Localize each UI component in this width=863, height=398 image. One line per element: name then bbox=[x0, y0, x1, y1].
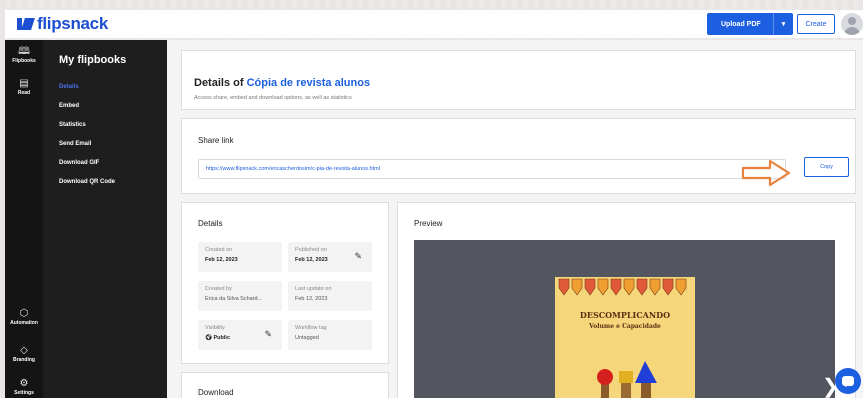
rail-item-label: Automation bbox=[10, 320, 38, 326]
visibility-value: 🌍︎ Public bbox=[205, 335, 230, 341]
last-update-value: Feb 12, 2023 bbox=[295, 296, 328, 302]
main-content: Details of Cópia de revista alunos Acces… bbox=[167, 40, 863, 398]
visibility-label: Visibility bbox=[205, 325, 225, 331]
rail-item-flipbooks[interactable]: 🕮 Flipbooks bbox=[5, 46, 43, 64]
page-subtitle: Access share, embed and download options… bbox=[194, 95, 352, 101]
created-on-value: Feb 12, 2023 bbox=[205, 257, 238, 263]
book-icon: 🕮 bbox=[18, 46, 30, 57]
gear-icon: ⚙ bbox=[19, 378, 29, 389]
globe-icon: 🌍︎ bbox=[205, 335, 212, 341]
reader-icon: ▤ bbox=[19, 78, 29, 89]
cover-subtitle: Volume e Capacidade bbox=[589, 323, 661, 330]
diamond-icon: ◇ bbox=[20, 345, 28, 356]
avatar-head bbox=[848, 17, 856, 25]
last-update-label: Last update on bbox=[295, 286, 332, 292]
details-heading: Details bbox=[198, 219, 223, 228]
share-link-heading: Share link bbox=[198, 136, 234, 145]
details-header-card: Details of Cópia de revista alunos Acces… bbox=[181, 50, 856, 110]
chat-bubble-icon bbox=[842, 376, 854, 387]
copy-button[interactable]: Copy bbox=[804, 157, 849, 177]
rail-item-label: Read bbox=[17, 90, 31, 96]
created-by-tile: Created by Erica da Silva Schard... bbox=[198, 281, 282, 311]
created-on-tile: Created on Feb 12, 2023 bbox=[198, 242, 282, 272]
icon-rail: 🕮 Flipbooks ▤ Read ⬡ Automation ◇ Brandi… bbox=[5, 40, 43, 398]
chevron-down-icon[interactable]: ▾ bbox=[774, 20, 793, 28]
flipsnack-logo[interactable]: flipsnack bbox=[17, 14, 108, 34]
avatar[interactable] bbox=[841, 13, 863, 35]
visibility-text: Public bbox=[213, 335, 231, 341]
rail-item-automation[interactable]: ⬡ Automation bbox=[5, 308, 43, 326]
upload-pdf-button[interactable]: Upload PDF ▾ bbox=[707, 13, 793, 35]
published-on-tile: Published on Feb 12, 2023 ✎ bbox=[288, 242, 372, 272]
top-bar: flipsnack Upload PDF ▾ Create bbox=[5, 10, 863, 38]
flipbook-subnav: My flipbooks Details Embed Statistics Se… bbox=[43, 40, 167, 398]
upload-pdf-label: Upload PDF bbox=[721, 20, 761, 28]
page-title: Details of Cópia de revista alunos bbox=[194, 77, 370, 89]
rail-item-label: Flipbooks bbox=[12, 58, 36, 64]
workflow-label: Workflow tag bbox=[295, 325, 327, 331]
rail-item-label: Branding bbox=[13, 357, 35, 363]
pencils-decoration bbox=[558, 278, 687, 296]
orange-arrow-icon bbox=[741, 159, 791, 187]
subnav-item-download-qr-code[interactable]: Download QR Code bbox=[59, 179, 115, 185]
share-link-card: Share link https://www.flipsnack.com/eri… bbox=[181, 118, 856, 194]
created-by-label: Created by bbox=[205, 286, 232, 292]
download-heading: Download bbox=[198, 388, 234, 397]
subnav-item-embed[interactable]: Embed bbox=[59, 103, 79, 109]
subnav-item-send-email[interactable]: Send Email bbox=[59, 141, 91, 147]
rail-item-branding[interactable]: ◇ Branding bbox=[5, 345, 43, 363]
chat-support-button[interactable] bbox=[835, 368, 861, 394]
preview-heading: Preview bbox=[414, 219, 443, 228]
details-card: Details Created on Feb 12, 2023 Publishe… bbox=[181, 202, 389, 364]
subnav-item-details[interactable]: Details bbox=[59, 84, 79, 90]
subnav-item-download-gif[interactable]: Download GIF bbox=[59, 160, 99, 166]
download-card: Download bbox=[181, 372, 389, 398]
logo-text: flipsnack bbox=[37, 14, 108, 33]
title-prefix: Details of bbox=[194, 77, 247, 89]
preview-stage[interactable]: DESCOMPLICANDO Volume e Capacidade ❯ bbox=[414, 240, 839, 398]
preview-card: Preview DESCOMPLICANDO Volume e Capacida… bbox=[397, 202, 856, 398]
workflow-tag-tile: Workflow tag Untagged bbox=[288, 320, 372, 350]
create-button[interactable]: Create bbox=[797, 14, 835, 34]
geometric-shapes-illustration bbox=[597, 361, 657, 398]
logo-icon bbox=[17, 18, 35, 30]
rail-item-read[interactable]: ▤ Read bbox=[5, 78, 43, 96]
subnav-item-statistics[interactable]: Statistics bbox=[59, 122, 86, 128]
created-by-value: Erica da Silva Schard... bbox=[205, 296, 263, 302]
flipbook-name: Cópia de revista alunos bbox=[246, 77, 371, 89]
rail-item-settings[interactable]: ⚙ Settings bbox=[5, 378, 43, 396]
last-update-tile: Last update on Feb 12, 2023 bbox=[288, 281, 372, 311]
flipbook-cover[interactable]: DESCOMPLICANDO Volume e Capacidade bbox=[555, 277, 695, 398]
share-url-field[interactable]: https://www.flipsnack.com/ericascherdosi… bbox=[198, 159, 786, 179]
pencil-icon[interactable]: ✎ bbox=[264, 329, 272, 340]
cover-title: DESCOMPLICANDO bbox=[579, 310, 671, 320]
workflow-value: Untagged bbox=[295, 335, 319, 341]
published-on-label: Published on bbox=[295, 247, 327, 253]
pencil-icon[interactable]: ✎ bbox=[354, 251, 362, 262]
automation-icon: ⬡ bbox=[19, 308, 29, 319]
created-on-label: Created on bbox=[205, 247, 233, 253]
avatar-body bbox=[844, 27, 860, 35]
visibility-tile: Visibility 🌍︎ Public ✎ bbox=[198, 320, 282, 350]
subnav-title: My flipbooks bbox=[59, 54, 127, 66]
rail-item-label: Settings bbox=[14, 390, 34, 396]
published-on-value: Feb 12, 2023 bbox=[295, 257, 328, 263]
